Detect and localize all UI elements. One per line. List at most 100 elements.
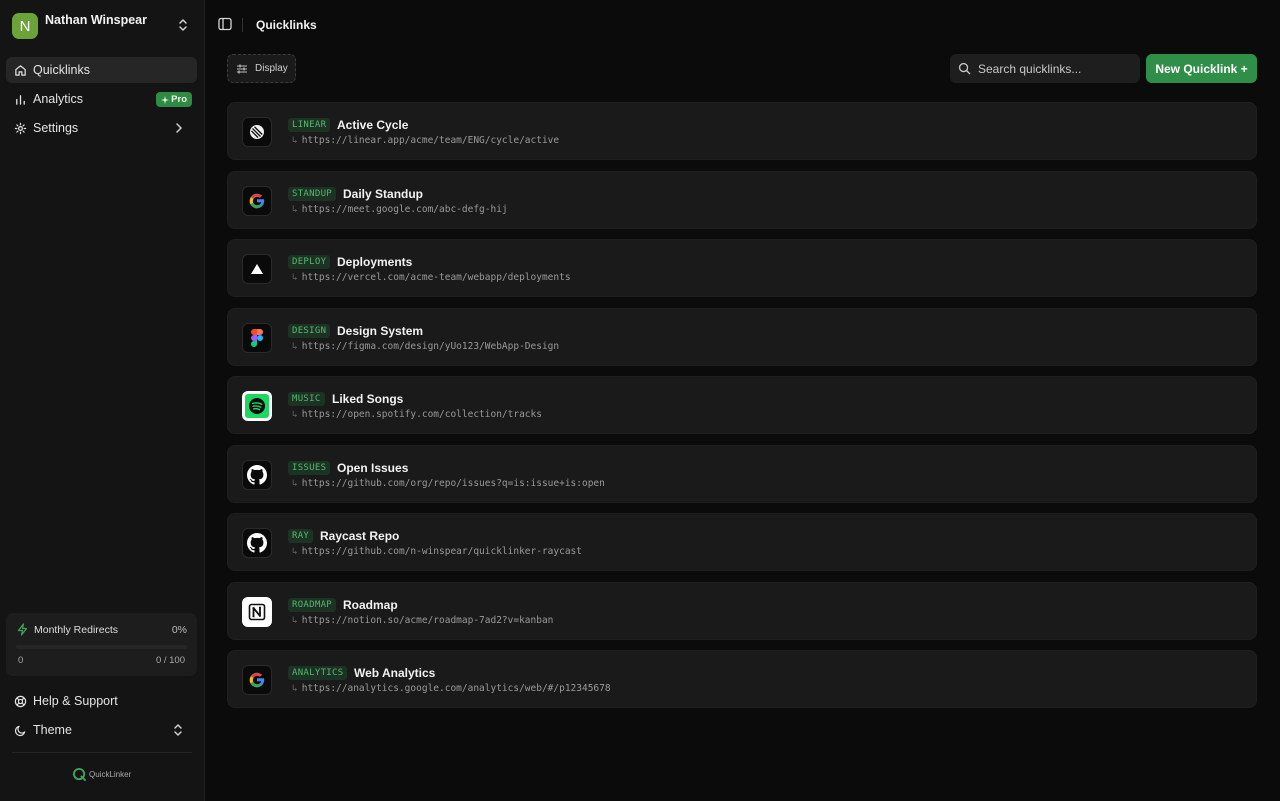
help-support-item[interactable]: Help & Support [6,688,197,714]
quicklinker-logo-icon [72,767,87,782]
quicklink-url-text: https://open.spotify.com/collection/trac… [301,409,542,420]
search-box[interactable] [950,54,1140,83]
quicklink-title: Web Analytics [354,666,436,680]
quicklink-url: ↳ https://meet.google.com/abc-defg-hij [292,204,508,215]
pro-badge: Pro [156,92,192,107]
usage-max: 0 / 100 [155,655,185,666]
quicklink-card[interactable]: LINEAR Active Cycle ↳ https://linear.app/ac… [227,102,1257,160]
quicklink-url-text: https://vercel.com/acme-team/webapp/depl… [301,272,571,283]
sidebar-item-settings[interactable]: Settings [6,115,197,141]
quicklink-card[interactable]: ISSUES Open Issues ↳ https://github.com/org… [227,444,1257,503]
quicklink-url-text: https://linear.app/acme/team/ENG/cycle/a… [301,135,560,146]
quicklink-url-text: https://github.com/n-winspear/quicklinke… [301,546,582,557]
sidebar-item-analytics[interactable]: Analytics Pro [6,86,197,112]
quicklink-card[interactable]: STANDUP Daily Standup ↳ https://meet.google… [227,170,1257,229]
lifebuoy-icon [14,695,27,707]
avatar: N [12,13,38,39]
display-label: Display [255,63,288,74]
github-icon [242,459,272,490]
linear-icon [242,117,272,147]
sidebar: N Nathan Winspear Quicklinks Analytics P… [0,0,205,801]
search-icon [958,62,971,75]
new-quicklink-button[interactable]: New Quicklink + [1146,54,1257,83]
quicklink-tag: DEPLOY [288,255,331,269]
top-bar: Quicklinks [205,0,1280,50]
theme-selector[interactable]: Theme [6,717,197,743]
sparkle-icon [161,95,170,104]
chevron-updown-icon [174,724,182,736]
quicklink-card[interactable]: DEPLOY Deployments ↳ https://vercel.com/acm… [227,239,1257,297]
bar-chart-icon [16,94,25,105]
home-icon [15,64,26,76]
redirect-arrow-icon: ↳ [292,340,298,352]
quicklink-card[interactable]: RAY Raycast Repo ↳ https://github.com/n-win… [227,513,1257,571]
sidebar-footer-nav: Help & Support Theme [6,688,197,746]
usage-percent: 0% [171,624,187,636]
quicklink-title: Roadmap [343,597,398,612]
sidebar-item-label: Settings [33,121,79,135]
search-input[interactable] [978,61,1128,76]
quicklink-title: Liked Songs [332,392,404,406]
quicklink-url: ↳ https://analytics.google.com/analytics/… [292,683,611,694]
sidebar-divider [12,752,192,753]
github-icon [242,528,272,558]
google-icon [242,185,272,216]
quicklink-url: ↳ https://figma.com/design/yUo123/WebApp-… [292,341,559,352]
gear-icon [14,122,27,134]
sidebar-item-label: Analytics [33,92,84,106]
quicklink-tag: ISSUES [288,460,331,475]
account-switcher[interactable]: N Nathan Winspear [12,12,192,40]
redirect-arrow-icon: ↳ [292,203,298,215]
page-title: Quicklinks [256,18,317,32]
figma-icon [242,322,272,353]
quicklink-card[interactable]: ANALYTICS Web Analytics ↳ https://analytics… [227,650,1257,708]
usage-card: Monthly Redirects 0% 0 0 / 100 [6,613,197,676]
notion-icon [242,596,272,627]
quicklink-tag: STANDUP [288,186,337,201]
quicklink-url: ↳ https://vercel.com/acme-team/webapp/dep… [292,272,571,283]
user-name: Nathan Winspear [45,13,147,27]
quicklink-tag: RAY [288,529,314,543]
quicklink-url: ↳ https://notion.so/acme/roadmap-7ad2?v=k… [292,615,553,626]
quicklink-list: LINEAR Active Cycle ↳ https://linear.app/ac… [227,102,1257,719]
lightning-icon [17,623,28,636]
redirect-arrow-icon: ↳ [292,683,298,694]
quicklink-title: Design System [337,323,424,338]
redirect-arrow-icon: ↳ [292,477,298,489]
brand-name: QuickLinker [89,770,132,779]
quicklink-url-text: https://analytics.google.com/analytics/w… [301,683,611,694]
quicklink-url: ↳ https://open.spotify.com/collection/tra… [292,409,542,420]
sidebar-item-quicklinks[interactable]: Quicklinks [6,57,197,83]
quicklink-title: Daily Standup [343,186,424,201]
quicklink-url: ↳ https://linear.app/acme/team/ENG/cycle/… [292,135,559,146]
quicklink-url-text: https://meet.google.com/abc-defg-hij [301,203,508,215]
quicklink-tag: MUSIC [288,392,325,406]
quicklink-card[interactable]: DESIGN Design System ↳ https://figma.com/de… [227,307,1257,366]
redirect-arrow-icon: ↳ [292,409,298,420]
quicklink-url-text: https://figma.com/design/yUo123/WebApp-D… [301,340,560,352]
usage-min: 0 [18,655,24,666]
quicklink-tag: ROADMAP [288,597,337,612]
quicklink-url: ↳ https://github.com/org/repo/issues?q=is… [292,478,605,489]
quicklink-title: Deployments [337,255,413,269]
redirect-arrow-icon: ↳ [292,546,298,557]
quicklink-title: Raycast Repo [320,529,400,543]
sidebar-toggle-icon[interactable] [218,17,232,31]
chevron-updown-icon [179,19,187,31]
quicklink-card[interactable]: ROADMAP Roadmap ↳ https://notion.so/acme/ro… [227,581,1257,640]
quicklink-tag: ANALYTICS [288,666,348,680]
pro-badge-label: Pro [171,94,187,105]
help-support-label: Help & Support [33,694,118,708]
redirect-arrow-icon: ↳ [292,614,298,626]
display-button[interactable]: Display [227,54,296,83]
quicklink-card[interactable]: MUSIC Liked Songs ↳ https://open.spotify.co… [227,376,1257,434]
redirect-arrow-icon: ↳ [292,272,298,283]
redirect-arrow-icon: ↳ [292,135,298,146]
vercel-icon [242,254,272,284]
spotify-icon [242,391,272,421]
quicklink-url: ↳ https://github.com/n-winspear/quicklink… [292,546,582,557]
google-icon [242,665,272,695]
sidebar-item-label: Quicklinks [33,63,90,77]
sliders-icon [237,64,247,73]
usage-progress-bar [16,645,187,649]
